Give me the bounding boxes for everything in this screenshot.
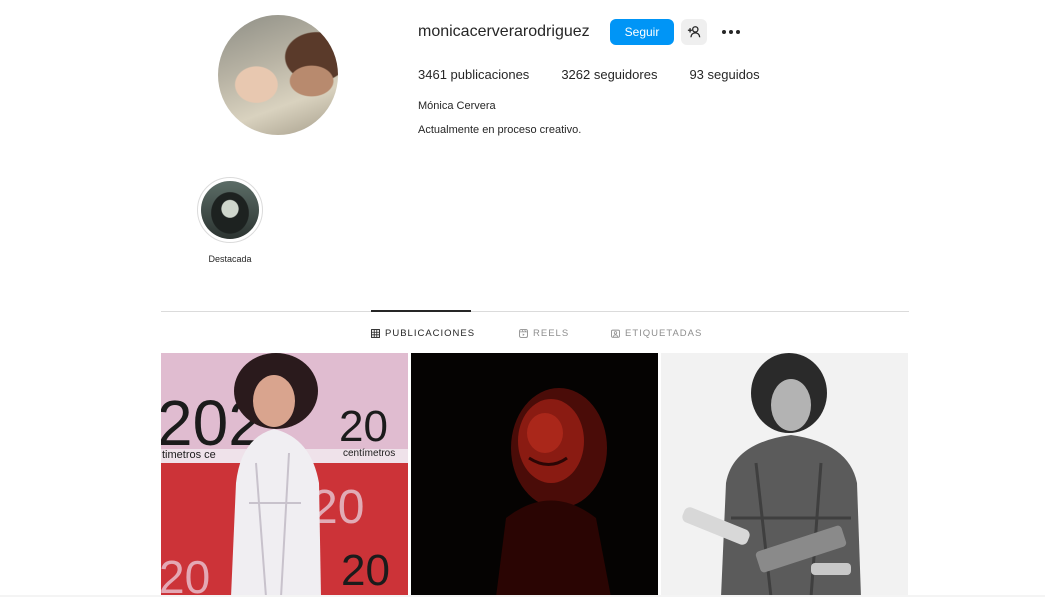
profile-username: monicacerverarodriguez bbox=[418, 23, 590, 40]
more-horizontal-icon bbox=[722, 30, 740, 34]
post-thumbnail[interactable]: 202 timetros ce 20 centímetros 20 20 20 bbox=[161, 353, 408, 597]
reels-icon bbox=[519, 328, 528, 338]
post-thumbnail[interactable] bbox=[661, 353, 908, 597]
grid-icon bbox=[371, 328, 380, 338]
suggested-accounts-button[interactable] bbox=[681, 19, 707, 45]
highlight-label: Destacada bbox=[208, 254, 252, 264]
tab-publicaciones[interactable]: PUBLICACIONES bbox=[371, 326, 475, 340]
svg-text:centímetros: centímetros bbox=[343, 448, 395, 459]
highlight-cover-image bbox=[201, 181, 259, 239]
tab-etiquetadas[interactable]: ETIQUETADAS bbox=[611, 326, 702, 340]
posts-count: 3461 publicaciones bbox=[418, 67, 530, 82]
svg-text:20: 20 bbox=[341, 546, 390, 595]
tab-reels[interactable]: REELS bbox=[519, 326, 569, 340]
profile-stats: 3461 publicaciones 3262 seguidores 93 se… bbox=[418, 67, 792, 83]
more-options-button[interactable] bbox=[718, 19, 744, 45]
post-thumbnail[interactable] bbox=[411, 353, 658, 597]
profile-avatar[interactable] bbox=[218, 15, 338, 135]
svg-text:20: 20 bbox=[161, 551, 210, 597]
following-count[interactable]: 93 seguidos bbox=[689, 67, 759, 83]
tab-label: ETIQUETADAS bbox=[625, 327, 703, 339]
story-highlight[interactable] bbox=[197, 177, 263, 243]
follow-button[interactable]: Seguir bbox=[610, 19, 674, 45]
post-image bbox=[411, 353, 658, 597]
tabs-divider bbox=[161, 311, 909, 312]
profile-bio: Actualmente en proceso creativo. bbox=[418, 124, 582, 136]
active-tab-indicator bbox=[371, 310, 471, 312]
tab-label: PUBLICACIONES bbox=[385, 327, 476, 339]
post-image bbox=[661, 353, 908, 597]
profile-full-name: Mónica Cervera bbox=[418, 100, 496, 112]
post-image: 202 timetros ce 20 centímetros 20 20 20 bbox=[161, 353, 408, 597]
add-person-icon bbox=[687, 26, 701, 38]
tab-label: REELS bbox=[533, 327, 570, 339]
tagged-icon bbox=[611, 329, 620, 338]
svg-text:20: 20 bbox=[339, 402, 388, 451]
followers-count[interactable]: 3262 seguidores bbox=[561, 67, 657, 83]
svg-text:timetros ce: timetros ce bbox=[162, 449, 216, 461]
